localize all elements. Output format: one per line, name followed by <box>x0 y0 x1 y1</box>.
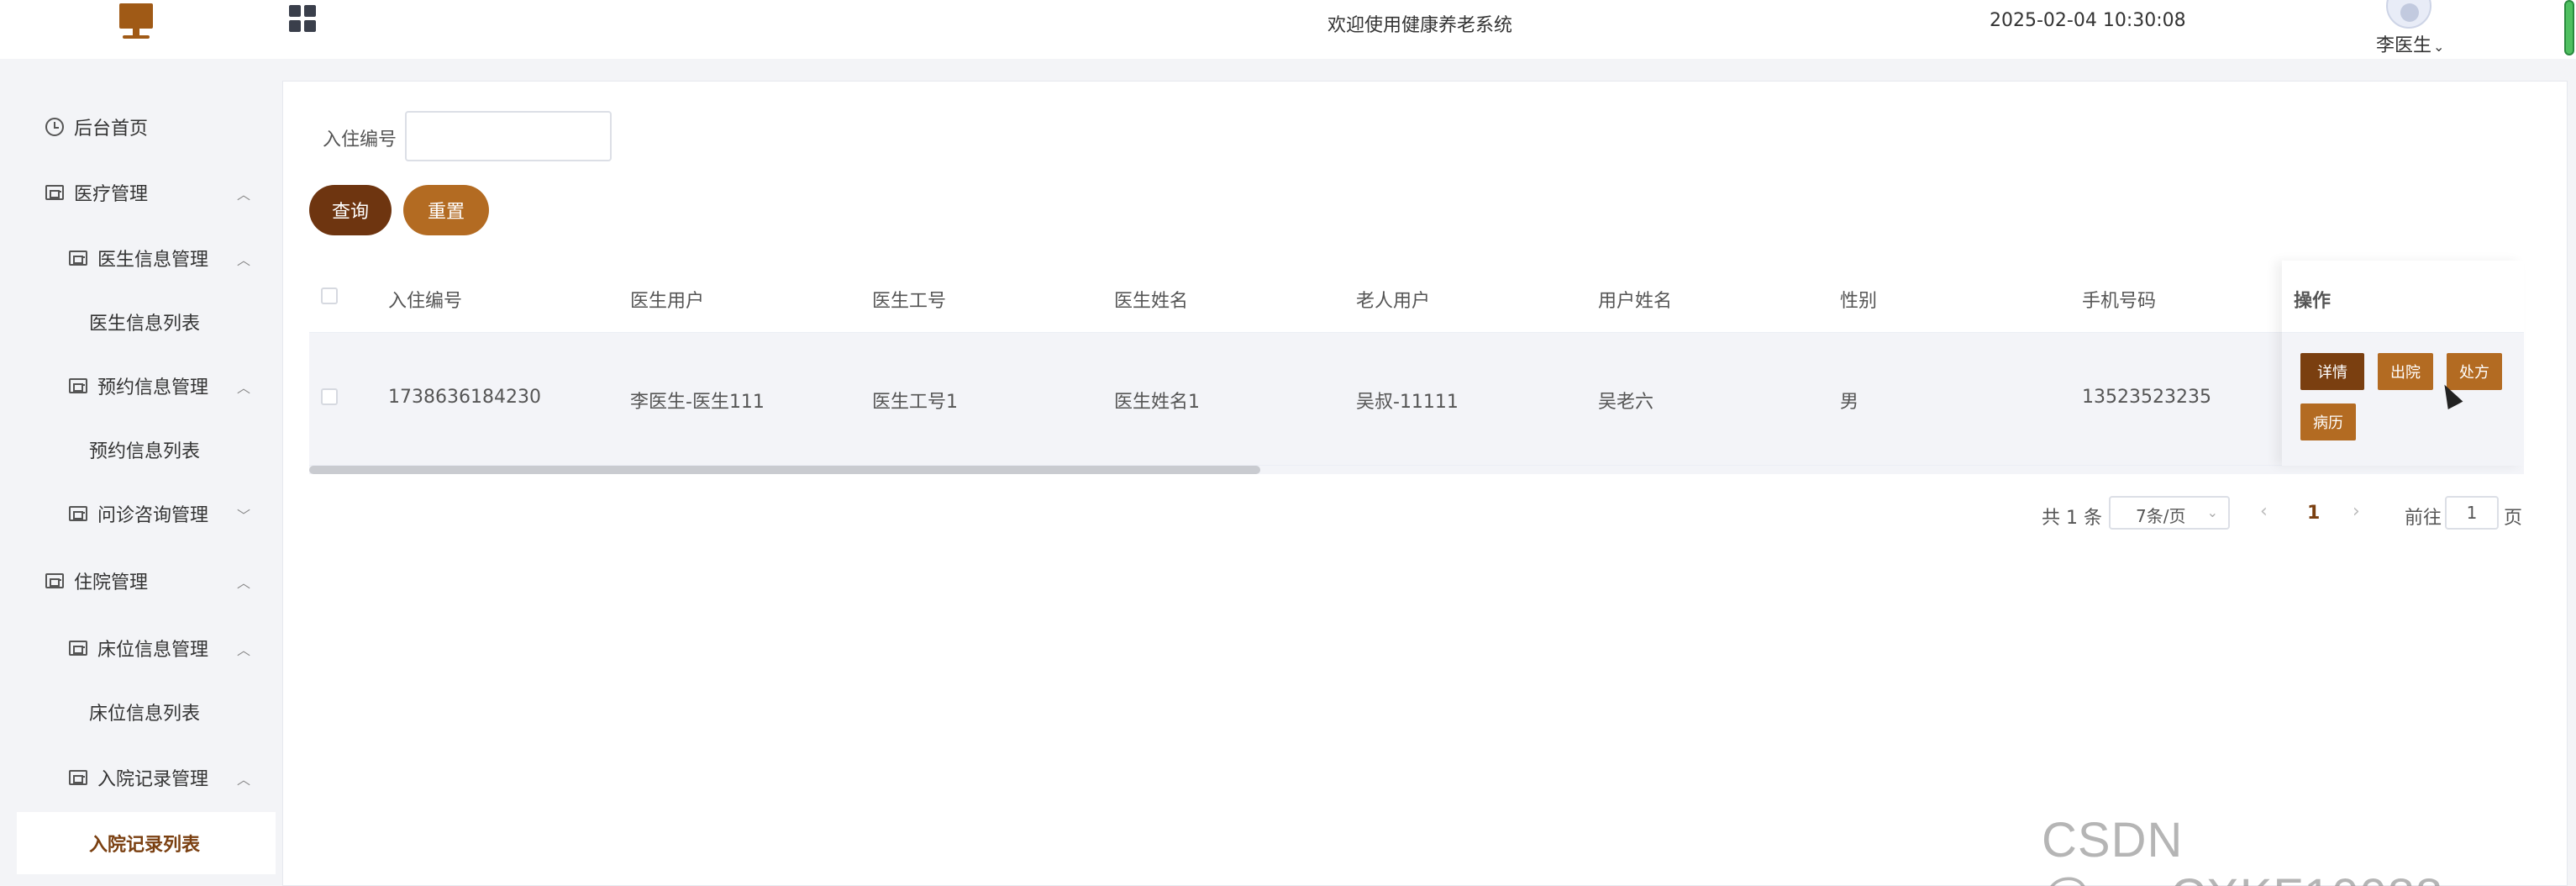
cell-doctor-user: 李医生-医生111 <box>630 392 765 413</box>
next-page-icon[interactable]: › <box>2353 501 2360 522</box>
sidebar-item-label: 入院记录列表 <box>89 835 201 856</box>
select-all-checkbox[interactable] <box>321 287 338 304</box>
column-header: 性别 <box>1840 291 1878 312</box>
row-checkbox[interactable] <box>321 388 338 405</box>
card-icon <box>45 185 64 200</box>
cell-user-name: 吴老六 <box>1598 392 1654 413</box>
cell-gender: 男 <box>1840 392 1859 413</box>
cell-checkin-no: 1738636184230 <box>388 387 541 408</box>
sidebar-item-label: 预约信息管理 <box>97 377 209 398</box>
column-header: 操作 <box>2294 291 2332 312</box>
cell-elder-user: 吴叔-11111 <box>1356 392 1459 413</box>
table-row[interactable]: 1738636184230 李医生-医生111 医生工号1 医生姓名1 吴叔-1… <box>309 333 2524 466</box>
chevron-up-icon: ︿ <box>236 642 250 658</box>
prev-page-icon[interactable]: ‹ <box>2260 501 2268 522</box>
page-size-value: 7条/页 <box>2136 506 2186 526</box>
chevron-up-icon: ︿ <box>236 187 250 203</box>
sidebar-item-label: 医生信息管理 <box>97 250 209 271</box>
chevron-down-icon: ⌄ <box>2206 504 2218 520</box>
prescription-button[interactable]: 处方 <box>2447 353 2502 390</box>
card-icon <box>69 378 87 393</box>
sidebar-item-consultation[interactable]: 问诊咨询管理 ﹀ <box>0 483 276 545</box>
column-header: 手机号码 <box>2082 291 2157 312</box>
chevron-up-icon: ︿ <box>236 252 250 268</box>
sidebar: 后台首页 医疗管理 ︿ 医生信息管理 ︿ 医生信息列表 预约信息管理 ︿ 预约信… <box>0 59 276 886</box>
card-icon <box>69 506 87 521</box>
medical-record-button[interactable]: 病历 <box>2300 403 2356 440</box>
top-bar: 欢迎使用健康养老系统 2025-02-04 10:30:08 李医生 ⌄ <box>0 0 2576 59</box>
grid-menu-icon[interactable] <box>289 5 316 32</box>
user-name: 李医生 <box>2376 35 2432 56</box>
current-page[interactable]: 1 <box>2307 503 2320 524</box>
discharge-button[interactable]: 出院 <box>2378 353 2433 390</box>
welcome-title: 欢迎使用健康养老系统 <box>1327 15 1513 36</box>
clock-icon <box>45 118 64 136</box>
sidebar-item-bed-list[interactable]: 床位信息列表 <box>0 681 276 743</box>
sidebar-item-label: 入院记录管理 <box>97 769 209 790</box>
watermark: CSDN @vx_CXKF10088 <box>2042 813 2442 886</box>
card-icon <box>69 251 87 266</box>
sidebar-item-appointment[interactable]: 预约信息管理 ︿ <box>0 355 276 417</box>
card-icon <box>69 770 87 785</box>
chevron-down-icon: ⌄ <box>2433 39 2445 55</box>
sidebar-item-label: 床位信息管理 <box>97 640 209 661</box>
sidebar-item-label: 后台首页 <box>74 119 149 140</box>
actions-column: 操作 详情 出院 处方 病历 <box>2282 261 2524 466</box>
sidebar-item-medical[interactable]: 医疗管理 ︿ <box>0 161 276 224</box>
monitor-logo-icon <box>118 2 156 40</box>
avatar[interactable] <box>2386 0 2431 29</box>
sidebar-item-doctor-info[interactable]: 医生信息管理 ︿ <box>0 227 276 289</box>
sidebar-item-admission[interactable]: 入院记录管理 ︿ <box>0 746 276 809</box>
page-suffix: 页 <box>2504 508 2523 529</box>
page-size-select[interactable]: 7条/页 ⌄ <box>2109 496 2230 530</box>
sidebar-item-admission-list[interactable]: 入院记录列表 <box>17 812 276 874</box>
column-header: 入住编号 <box>388 291 463 312</box>
sidebar-item-label: 医疗管理 <box>74 184 149 205</box>
card-icon <box>69 641 87 656</box>
horizontal-scrollbar[interactable] <box>309 466 2524 474</box>
actions-cell: 详情 出院 处方 病历 <box>2282 333 2524 466</box>
reset-button[interactable]: 重置 <box>403 185 489 235</box>
sidebar-item-appointment-list[interactable]: 预约信息列表 <box>0 419 276 481</box>
sidebar-item-dashboard[interactable]: 后台首页 <box>0 96 276 158</box>
table-header: 入住编号 医生用户 医生工号 医生姓名 老人用户 用户姓名 性别 手机号码 <box>309 261 2524 333</box>
column-header: 医生用户 <box>630 291 705 312</box>
scrollbar-thumb[interactable] <box>309 466 1260 474</box>
sidebar-item-label: 预约信息列表 <box>89 441 201 462</box>
column-header: 医生姓名 <box>1114 291 1189 312</box>
actions-header: 操作 <box>2282 261 2524 333</box>
chevron-up-icon: ︿ <box>236 380 250 396</box>
column-header: 医生工号 <box>872 291 947 312</box>
main-panel <box>282 81 2568 886</box>
chevron-up-icon: ︿ <box>236 772 250 788</box>
checkin-no-input[interactable] <box>405 111 612 161</box>
column-header: 老人用户 <box>1356 291 1431 312</box>
goto-label: 前往 <box>2405 508 2442 529</box>
pagination-total: 共 1 条 <box>2042 508 2102 529</box>
admission-table: 入住编号 医生用户 医生工号 医生姓名 老人用户 用户姓名 性别 手机号码 17… <box>309 261 2524 474</box>
search-label: 入住编号 <box>323 129 397 150</box>
sidebar-item-doctor-list[interactable]: 医生信息列表 <box>0 291 276 353</box>
sidebar-item-label: 问诊咨询管理 <box>97 505 209 526</box>
column-header: 用户姓名 <box>1598 291 1673 312</box>
chevron-down-icon: ﹀ <box>236 508 250 524</box>
cell-doctor-name: 医生姓名1 <box>1114 392 1200 413</box>
scroll-indicator <box>2564 0 2574 55</box>
cell-phone: 13523523235 <box>2082 387 2211 408</box>
sidebar-item-hospitalization[interactable]: 住院管理 ︿ <box>0 550 276 612</box>
cell-doctor-id: 医生工号1 <box>872 392 958 413</box>
goto-page-input[interactable] <box>2445 496 2499 530</box>
card-icon <box>45 573 64 588</box>
sidebar-item-label: 床位信息列表 <box>89 704 201 725</box>
user-menu[interactable]: 李医生 ⌄ <box>2376 30 2444 57</box>
detail-button[interactable]: 详情 <box>2300 353 2364 390</box>
query-button[interactable]: 查询 <box>309 185 392 235</box>
sidebar-item-label: 医生信息列表 <box>89 314 201 335</box>
sidebar-item-label: 住院管理 <box>74 572 149 593</box>
chevron-up-icon: ︿ <box>236 575 250 591</box>
current-datetime: 2025-02-04 10:30:08 <box>1990 10 2186 31</box>
sidebar-item-bed-info[interactable]: 床位信息管理 ︿ <box>0 617 276 679</box>
